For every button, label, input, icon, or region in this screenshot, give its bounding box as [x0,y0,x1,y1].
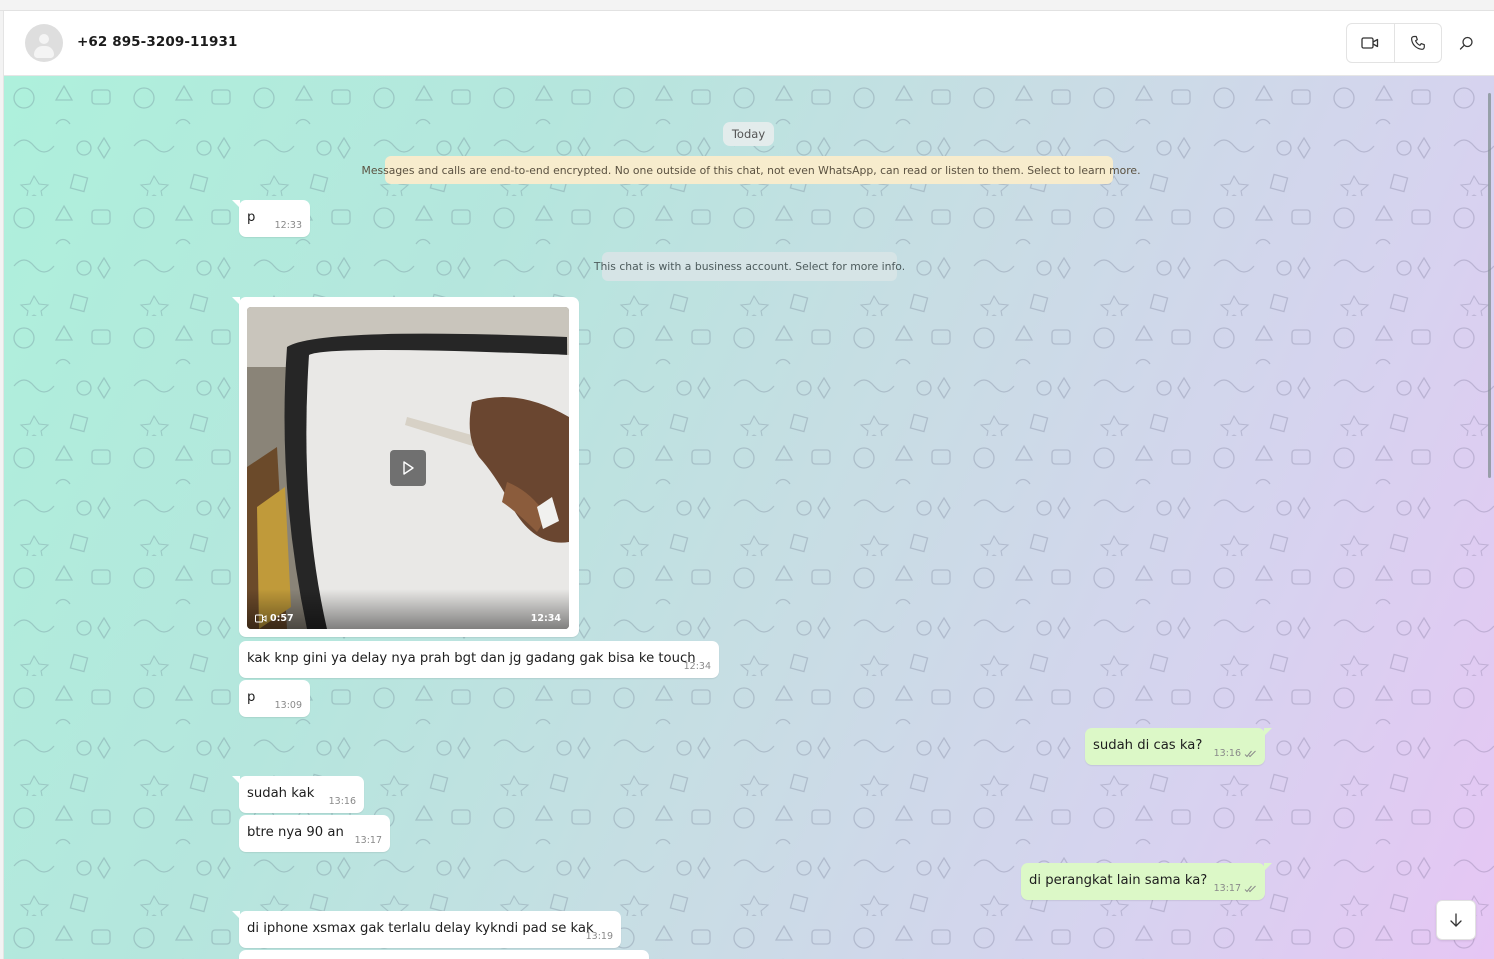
search-icon [1459,36,1473,50]
avatar-head [39,34,49,44]
call-button-group [1346,23,1442,63]
message-bubble-incoming[interactable]: kak knp gini ya delay nya prah bgt dan j… [239,641,719,678]
scroll-to-bottom-button[interactable] [1436,900,1476,940]
message-time: 12:34 [683,661,711,672]
window-top-strip [0,0,1494,11]
message-text: sudah kak [247,786,315,801]
video-duration: 0:57 [255,613,294,624]
double-check-icon [1244,750,1256,757]
message-text: btre nya 90 an [247,825,344,840]
message-meta: 13:16 [1214,748,1257,759]
date-divider: Today [723,122,774,146]
arrow-down-icon [1450,913,1462,927]
video-camera-icon [1361,37,1379,49]
encryption-notice-text: Messages and calls are end-to-end encryp… [361,163,1141,177]
chat-scrollbar[interactable] [1488,93,1491,478]
bubble-tail [232,297,240,305]
avatar[interactable] [25,24,63,62]
avatar-body [34,46,54,58]
video-call-button[interactable] [1347,24,1394,62]
video-thumbnail[interactable]: 0:57 12:34 [247,307,569,629]
message-text: p [247,690,256,705]
message-time: 12:33 [274,220,302,231]
contact-name[interactable]: +62 895-3209-11931 [77,34,238,50]
bubble-tail [1264,728,1272,736]
video-duration-text: 0:57 [270,613,294,624]
play-button[interactable] [390,450,426,486]
message-time: 13:16 [328,796,356,807]
message-bubble-incoming[interactable]: di iphone xsmax gak terlalu delay kykndi… [232,911,621,948]
video-message-bubble[interactable]: 0:57 12:34 [232,297,579,637]
message-text: p [247,210,256,225]
bubble-tail [232,776,240,784]
bubble-tail [232,200,240,208]
message-time: 13:17 [354,835,382,846]
wallpaper-doodle-pattern [4,76,1494,959]
message-bubble-incoming[interactable]: p 13:09 [239,680,310,717]
message-bubble-incoming[interactable]: p 12:33 [232,200,310,237]
message-bubble-outgoing[interactable]: di perangkat lain sama ka? 13:17 [1021,863,1272,900]
search-button[interactable] [1456,33,1476,53]
message-bubble-incoming[interactable]: btre nya 90 an 13:17 [239,815,390,852]
message-meta: 13:17 [1214,883,1257,894]
voice-call-button[interactable] [1393,24,1442,62]
double-check-icon [1244,885,1256,892]
bubble-tail [232,911,240,919]
chat-header: +62 895-3209-11931 [4,11,1494,76]
message-text: kak knp gini ya delay nya prah bgt dan j… [247,651,696,666]
message-bubble-incoming[interactable]: sudah kak 13:16 [232,776,364,813]
play-icon [403,461,414,475]
message-time: 13:16 [1213,748,1241,759]
message-time: 13:19 [585,931,613,942]
video-bottom-shade [247,589,569,629]
message-time: 12:34 [530,613,561,624]
message-bubble-incoming-partial[interactable] [239,950,649,959]
phone-icon [1410,35,1425,50]
video-camera-icon [255,614,267,623]
message-text: sudah di cas ka? [1093,738,1203,753]
message-time: 13:09 [274,700,302,711]
chat-area[interactable]: Today Messages and calls are end-to-end … [4,76,1494,959]
message-text: di perangkat lain sama ka? [1029,873,1208,888]
message-bubble-outgoing[interactable]: sudah di cas ka? 13:16 [1085,728,1272,765]
encryption-notice[interactable]: Messages and calls are end-to-end encryp… [362,156,1141,184]
message-time: 13:17 [1213,883,1241,894]
bubble-tail [1264,863,1272,871]
message-text: di iphone xsmax gak terlalu delay kykndi… [247,921,594,936]
business-account-notice[interactable]: This chat is with a business account. Se… [594,252,905,281]
